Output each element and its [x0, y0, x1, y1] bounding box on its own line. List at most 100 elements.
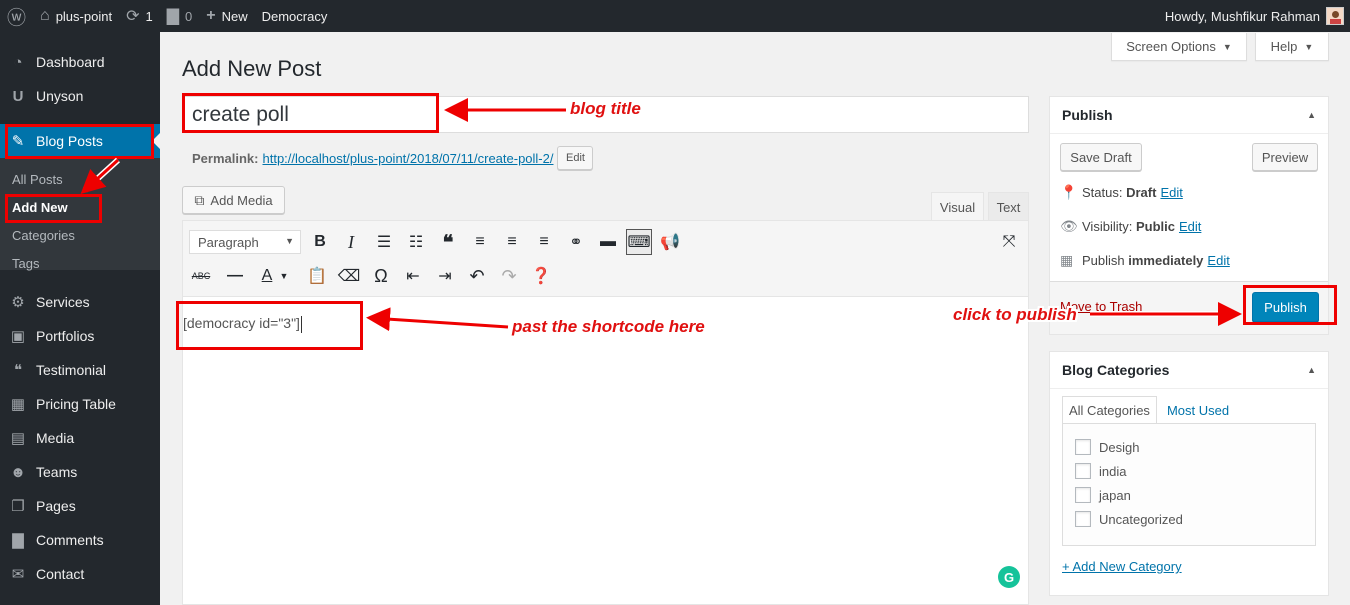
sidebar-item-contact[interactable]: ✉ Contact — [0, 557, 160, 591]
tab-visual[interactable]: Visual — [931, 192, 984, 221]
toolbar-toggle-icon[interactable]: ⌨ — [626, 229, 652, 255]
submenu-tags[interactable]: Tags — [12, 256, 39, 271]
avatar — [1326, 7, 1344, 25]
numbered-list-icon[interactable]: ☷ — [404, 230, 428, 254]
sidebar-item-label: Comments — [36, 532, 104, 548]
wordpress-logo[interactable]: ⓦ — [0, 0, 33, 32]
updates-icon: ⟳ — [126, 8, 140, 25]
category-item[interactable]: Desigh — [1075, 439, 1139, 455]
tab-text[interactable]: Text — [988, 192, 1029, 221]
plus-icon: + — [206, 7, 216, 24]
unyson-icon: U — [12, 87, 24, 105]
format-select[interactable]: Paragraph — [189, 230, 301, 254]
new-content-link[interactable]: + New — [199, 0, 254, 32]
paste-text-icon[interactable]: 📋 — [305, 264, 329, 288]
add-new-category-link[interactable]: + Add New Category — [1062, 559, 1182, 574]
category-checkbox[interactable] — [1075, 487, 1091, 503]
align-center-icon[interactable]: ≡ — [500, 230, 524, 254]
sidebar-item-dashboard[interactable]: ◔ Dashboard — [0, 45, 160, 79]
outdent-icon[interactable]: ⇤ — [401, 264, 425, 288]
submenu-add-new[interactable]: Add New — [12, 200, 68, 215]
comments-link[interactable]: ▇ 0 — [160, 0, 200, 32]
category-checkbox[interactable] — [1075, 463, 1091, 479]
category-item[interactable]: japan — [1075, 487, 1131, 503]
undo-icon[interactable]: ↶ — [465, 264, 489, 288]
sidebar-item-services[interactable]: ⚙ Services — [0, 285, 160, 319]
sidebar-item-teams[interactable]: ☻ Teams — [0, 455, 160, 489]
fullscreen-icon[interactable]: ⤧ — [997, 230, 1021, 254]
clear-formatting-icon[interactable]: ⌫ — [337, 264, 361, 288]
portfolio-icon: ▣ — [10, 328, 26, 345]
category-item[interactable]: india — [1075, 463, 1126, 479]
sidebar-item-portfolios[interactable]: ▣ Portfolios — [0, 319, 160, 353]
pin-icon: ✎ — [11, 133, 25, 150]
category-checkbox[interactable] — [1075, 439, 1091, 455]
chevron-down-icon[interactable]: ▼ — [277, 264, 291, 288]
permalink: Permalink: http://localhost/plus-point/2… — [192, 146, 594, 170]
sidebar-item-comments[interactable]: ▇ Comments — [0, 523, 160, 557]
italic-icon[interactable]: I — [339, 230, 363, 254]
tab-all-categories[interactable]: All Categories — [1062, 396, 1157, 424]
submenu-all-posts[interactable]: All Posts — [12, 172, 63, 187]
chevron-down-icon: ▼ — [1304, 41, 1314, 52]
publish-box-header[interactable]: Publish ▲ — [1050, 97, 1328, 134]
sidebar-item-blog-posts[interactable]: ✎ Blog Posts — [0, 124, 160, 158]
save-draft-button[interactable]: Save Draft — [1060, 143, 1142, 171]
add-media-label: Add Media — [210, 192, 273, 208]
status-edit-link[interactable]: Edit — [1160, 185, 1182, 200]
permalink-url[interactable]: http://localhost/plus-point/2018/07/11/c… — [262, 151, 553, 166]
indent-icon[interactable]: ⇥ — [433, 264, 457, 288]
sidebar-item-pricing-table[interactable]: ▦ Pricing Table — [0, 387, 160, 421]
sidebar-item-unyson[interactable]: U Unyson — [0, 79, 160, 113]
bold-icon[interactable]: B — [308, 230, 332, 254]
grammarly-icon[interactable]: G — [998, 566, 1020, 588]
help-icon[interactable]: ❓ — [529, 264, 553, 288]
help-button[interactable]: Help ▼ — [1255, 33, 1329, 61]
horizontal-line-icon[interactable]: — — [223, 264, 247, 288]
new-label: New — [221, 8, 248, 24]
category-checkbox[interactable] — [1075, 511, 1091, 527]
permalink-edit-button[interactable]: Edit — [557, 146, 594, 170]
mail-icon: ✉ — [11, 566, 25, 583]
democracy-link[interactable]: Democracy — [255, 0, 335, 32]
text-color-icon[interactable]: A — [255, 264, 279, 288]
sidebar-item-label: Pages — [36, 498, 76, 514]
sidebar-item-pages[interactable]: ❐ Pages — [0, 489, 160, 523]
sidebar-item-testimonial[interactable]: ❝ Testimonial — [0, 353, 160, 387]
link-icon[interactable]: ⚭ — [564, 230, 588, 254]
align-right-icon[interactable]: ≡ — [532, 230, 556, 254]
publish-button[interactable]: Publish — [1252, 292, 1319, 322]
categories-box-header[interactable]: Blog Categories ▲ — [1050, 352, 1328, 389]
sidebar-item-label: Blog Posts — [36, 133, 103, 149]
strikethrough-icon[interactable]: ABC — [189, 264, 213, 288]
status-row: 📍 Status: Draft Edit — [1060, 184, 1183, 201]
screen-options-button[interactable]: Screen Options ▼ — [1111, 33, 1247, 61]
bullet-list-icon[interactable]: ☰ — [372, 230, 396, 254]
editor-content[interactable]: [democracy id="3"] — [183, 315, 302, 333]
special-character-icon[interactable]: Ω — [369, 264, 393, 288]
collapse-icon[interactable]: ▲ — [1307, 365, 1316, 375]
sidebar-item-label: Testimonial — [36, 362, 107, 378]
megaphone-icon[interactable]: 📢 — [658, 230, 682, 254]
visibility-row: 👁 Visibility: Public Edit — [1060, 218, 1201, 235]
add-media-button[interactable]: ⧉ Add Media — [182, 186, 285, 214]
submenu-categories[interactable]: Categories — [12, 228, 75, 243]
publish-box: Publish ▲ Save Draft Preview 📍 Status: Dr… — [1049, 96, 1329, 335]
democracy-label: Democracy — [261, 8, 328, 24]
sidebar-item-media[interactable]: ▤ Media — [0, 421, 160, 455]
align-left-icon[interactable]: ≡ — [468, 230, 492, 254]
account-menu[interactable]: Howdy, Mushfikur Rahman — [1165, 7, 1350, 25]
schedule-edit-link[interactable]: Edit — [1207, 253, 1229, 268]
blockquote-icon[interactable]: ❝ — [436, 230, 460, 254]
updates-link[interactable]: ⟳ 1 — [119, 0, 160, 32]
preview-button[interactable]: Preview — [1252, 143, 1318, 171]
admin-bar: ⓦ ⌂ plus-point ⟳ 1 ▇ 0 + New Democracy Howdy… — [0, 0, 1350, 32]
visibility-edit-link[interactable]: Edit — [1179, 219, 1201, 234]
collapse-icon[interactable]: ▲ — [1307, 110, 1316, 120]
site-name-link[interactable]: ⌂ plus-point — [33, 0, 119, 32]
tab-most-used[interactable]: Most Used — [1161, 396, 1235, 424]
comment-icon: ▇ — [166, 8, 180, 25]
redo-icon[interactable]: ↷ — [497, 264, 521, 288]
category-item[interactable]: Uncategorized — [1075, 511, 1183, 527]
read-more-icon[interactable]: ▬ — [596, 230, 620, 254]
